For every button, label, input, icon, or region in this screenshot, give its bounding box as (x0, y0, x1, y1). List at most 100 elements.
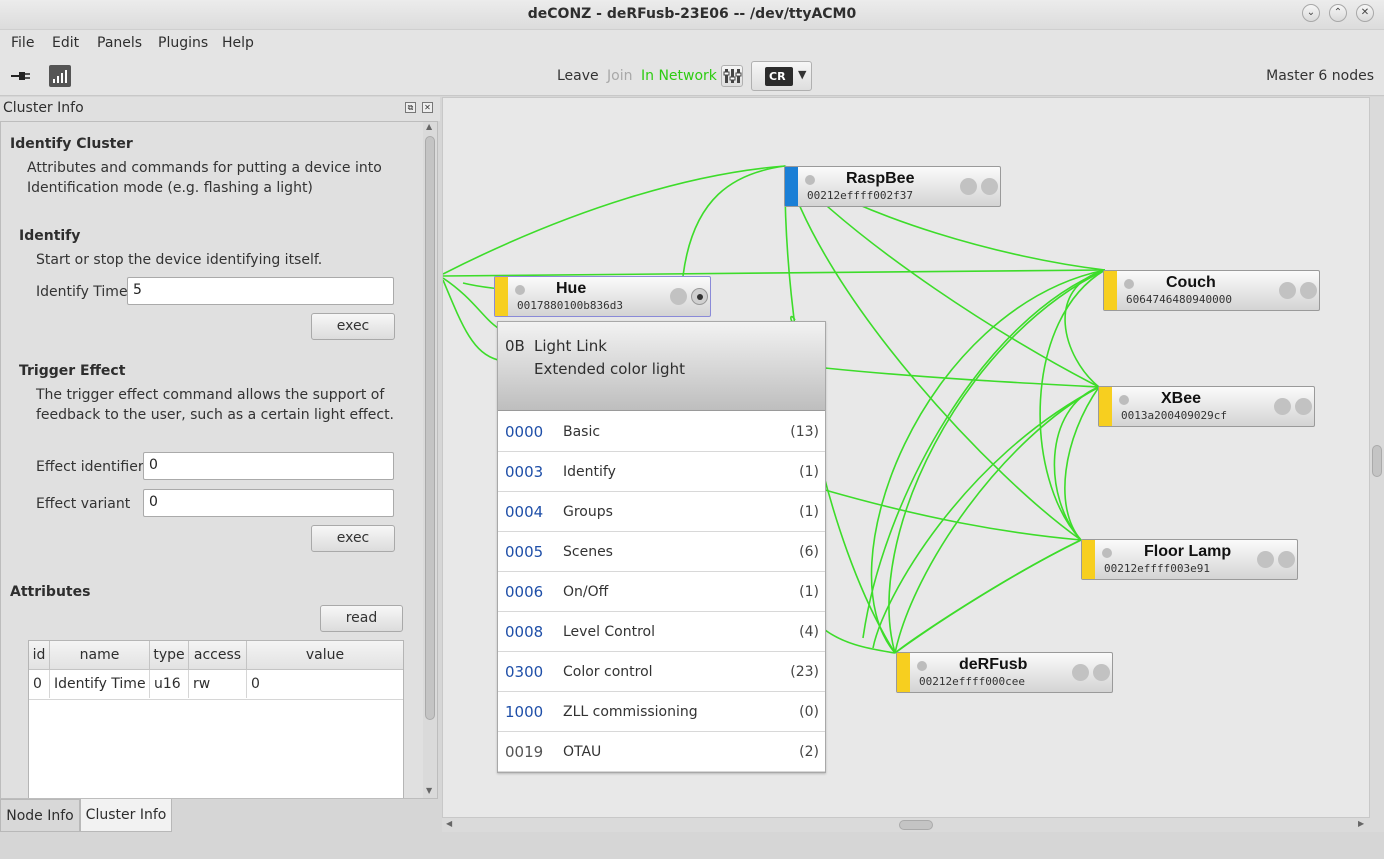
canvas-vertical-scrollbar[interactable] (1370, 97, 1384, 832)
identify-exec-button[interactable]: exec (311, 313, 395, 340)
vertical-scrollbar-thumb[interactable] (1372, 445, 1382, 477)
endpoint-profile: Light Link (534, 337, 607, 355)
tab-node-info[interactable]: Node Info (0, 799, 80, 832)
cluster-item-on-off[interactable]: 0006 On/Off (1) (498, 572, 825, 612)
float-icon[interactable]: ⧉ (405, 102, 416, 113)
cluster-count: (6) (799, 544, 819, 560)
window-title: deCONZ - deRFusb-23E06 -- /dev/ttyACM0 (527, 6, 857, 22)
effect-identifier-input[interactable]: 0 (143, 452, 394, 480)
cluster-name: OTAU (563, 744, 602, 760)
node-color-stripe (495, 277, 508, 316)
cluster-id: 0019 (505, 743, 544, 761)
status-led (1102, 548, 1112, 558)
endpoint-header: 0B Light Link Extended color light (498, 322, 825, 411)
cluster-count: (2) (799, 744, 819, 760)
trigger-exec-button[interactable]: exec (311, 525, 395, 552)
network-canvas[interactable]: RaspBee 00212effff002f37 Hue 0017880100b… (442, 97, 1370, 818)
minimize-icon[interactable]: ⌄ (1302, 4, 1320, 22)
read-button[interactable]: read (320, 605, 403, 632)
node-color-stripe (1099, 387, 1112, 426)
cluster-item-level-control[interactable]: 0008 Level Control (4) (498, 612, 825, 652)
panel-scrollbar[interactable]: ▲ ▼ (423, 122, 437, 798)
column-header-access[interactable]: access (189, 641, 247, 670)
table-row[interactable]: 0 Identify Time u16 rw 0 (29, 670, 403, 700)
menu-bar: File Edit Panels Plugins Help (0, 30, 1384, 57)
column-header-value[interactable]: value (247, 641, 403, 670)
endpoint-dot[interactable] (1072, 664, 1089, 681)
menu-plugins[interactable]: Plugins (158, 35, 208, 51)
node-hue[interactable]: Hue 0017880100b836d3 (494, 276, 711, 317)
node-xbee[interactable]: XBee 0013a200409029cf (1098, 386, 1315, 427)
cluster-item-scenes[interactable]: 0005 Scenes (6) (498, 532, 825, 572)
join-button[interactable]: Join (607, 68, 632, 84)
endpoint-dot[interactable] (670, 288, 687, 305)
canvas-horizontal-scrollbar[interactable]: ◀ ▶ (442, 818, 1370, 832)
attributes-table: id name type access value 0 Identify Tim… (28, 640, 404, 798)
cluster-item-groups[interactable]: 0004 Groups (1) (498, 492, 825, 532)
endpoint-cluster-popup: 0B Light Link Extended color light 0000 … (497, 321, 826, 773)
cluster-name: Groups (563, 504, 613, 520)
cluster-name: Identify (563, 464, 616, 480)
maximize-icon[interactable]: ⌃ (1329, 4, 1347, 22)
menu-help[interactable]: Help (222, 35, 254, 51)
identify-description: Start or stop the device identifying its… (36, 252, 323, 268)
tab-cluster-info[interactable]: Cluster Info (80, 799, 172, 832)
cluster-item-basic[interactable]: 0000 Basic (13) (498, 412, 825, 452)
endpoint-dot[interactable] (1093, 664, 1110, 681)
identify-time-input[interactable]: 5 (127, 277, 394, 305)
cluster-id: 0005 (505, 543, 544, 561)
scroll-up-icon[interactable]: ▲ (426, 122, 432, 131)
attributes-heading: Attributes (10, 584, 91, 600)
effect-variant-label: Effect variant (36, 496, 131, 512)
column-header-name[interactable]: name (50, 641, 150, 670)
endpoint-dot[interactable] (1274, 398, 1291, 415)
cluster-item-otau[interactable]: 0019 OTAU (2) (498, 732, 825, 772)
plug-icon[interactable] (10, 69, 32, 83)
menu-panels[interactable]: Panels (97, 35, 142, 51)
node-floor-lamp[interactable]: Floor Lamp 00212effff003e91 (1081, 539, 1298, 580)
toolbar: Leave Join In Network CR ▼ Master 6 node… (0, 57, 1384, 96)
cluster-item-zll-commissioning[interactable]: 1000 ZLL commissioning (0) (498, 692, 825, 732)
close-icon[interactable]: ✕ (1356, 4, 1374, 22)
leave-button[interactable]: Leave (557, 68, 599, 84)
endpoint-dot-selected[interactable] (691, 288, 708, 305)
signal-icon[interactable] (49, 65, 71, 87)
cluster-item-identify[interactable]: 0003 Identify (1) (498, 452, 825, 492)
menu-file[interactable]: File (11, 35, 34, 51)
endpoint-dot[interactable] (960, 178, 977, 195)
cluster-count: (1) (799, 464, 819, 480)
endpoint-dot[interactable] (1295, 398, 1312, 415)
endpoint-dot[interactable] (1257, 551, 1274, 568)
scrollbar-thumb[interactable] (425, 136, 435, 720)
node-couch[interactable]: Couch 6064746480940000 (1103, 270, 1320, 311)
node-color-stripe (1082, 540, 1095, 579)
endpoint-dot[interactable] (1278, 551, 1295, 568)
endpoint-dot[interactable] (1300, 282, 1317, 299)
trigger-description-line2: feedback to the user, such as a certain … (36, 407, 395, 423)
scroll-left-icon[interactable]: ◀ (446, 819, 452, 828)
endpoint-dot[interactable] (1279, 282, 1296, 299)
effect-variant-input[interactable]: 0 (143, 489, 394, 517)
cell-value[interactable]: 0 (247, 670, 403, 698)
cluster-item-color-control[interactable]: 0300 Color control (23) (498, 652, 825, 692)
chevron-down-icon: ▼ (798, 68, 807, 81)
cluster-name: Basic (563, 424, 601, 440)
dock-close-icon[interactable]: ✕ (422, 102, 433, 113)
cell-type: u16 (150, 670, 189, 698)
scroll-down-icon[interactable]: ▼ (426, 786, 432, 795)
endpoint-dot[interactable] (981, 178, 998, 195)
column-header-id[interactable]: id (29, 641, 50, 670)
horizontal-scrollbar-thumb[interactable] (899, 820, 933, 830)
network-status: Master 6 nodes (1266, 68, 1374, 84)
cluster-id: 0006 (505, 583, 544, 601)
cluster-id: 0003 (505, 463, 544, 481)
node-derfusb[interactable]: deRFusb 00212effff000cee (896, 652, 1113, 693)
cluster-id: 0004 (505, 503, 544, 521)
node-raspbee[interactable]: RaspBee 00212effff002f37 (784, 166, 1001, 207)
node-name: Couch (1166, 274, 1216, 291)
cr-dropdown[interactable]: CR ▼ (751, 61, 812, 91)
menu-edit[interactable]: Edit (52, 35, 79, 51)
column-header-type[interactable]: type (150, 641, 189, 670)
scroll-right-icon[interactable]: ▶ (1358, 819, 1364, 828)
settings-sliders-button[interactable] (721, 65, 743, 87)
